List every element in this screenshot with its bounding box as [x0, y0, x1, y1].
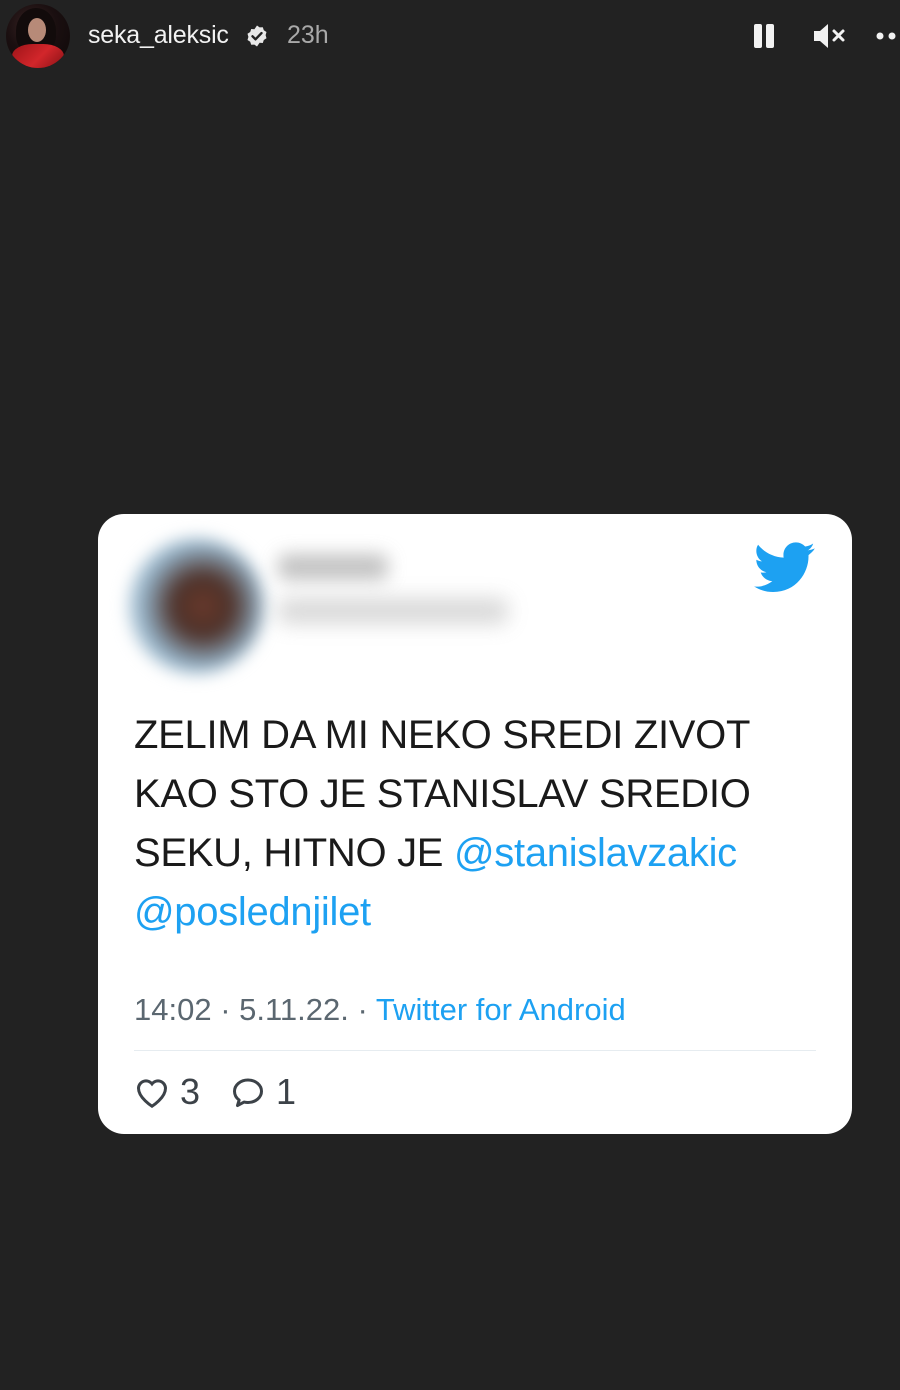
- reply-button[interactable]: 1: [230, 1071, 296, 1113]
- tweet-card: ZELIM DA MI NEKO SREDI ZIVOT KAO STO JE …: [98, 514, 852, 1134]
- tweet-actions: 3 1: [134, 1070, 326, 1114]
- mention-link[interactable]: @stanislavzakic: [454, 831, 737, 875]
- pause-button[interactable]: [748, 18, 780, 54]
- avatar[interactable]: [6, 4, 70, 68]
- tweet-meta: 14:02 · 5.11.22. · Twitter for Android: [134, 992, 626, 1028]
- tweet-author-handle-blurred: [278, 598, 508, 624]
- verified-icon: [247, 25, 267, 47]
- like-button[interactable]: 3: [134, 1071, 200, 1113]
- more-icon: [876, 32, 896, 40]
- pause-icon: [754, 24, 762, 48]
- heart-icon: [136, 1079, 168, 1109]
- story-header: seka_aleksic 23h: [0, 0, 900, 74]
- tweet-text-line: KAO STO JE STANISLAV SREDIO: [134, 772, 751, 816]
- tweet-text-segment: SEKU, HITNO JE: [134, 831, 454, 875]
- mute-icon: [814, 24, 845, 48]
- username[interactable]: seka_aleksic: [88, 21, 229, 50]
- more-options-button[interactable]: [874, 18, 900, 54]
- mute-button[interactable]: [808, 18, 852, 54]
- pause-icon-bar: [766, 24, 774, 48]
- story-viewer: seka_aleksic 23h ZELIM DA MI NEKO SREDI …: [0, 0, 900, 1390]
- post-time: 23h: [287, 21, 329, 49]
- tweet-author-avatar-blurred: [128, 538, 264, 674]
- tweet-text-line: ZELIM DA MI NEKO SREDI ZIVOT: [134, 713, 751, 757]
- twitter-bird-icon: [754, 542, 815, 593]
- like-count: 3: [180, 1071, 201, 1112]
- tweet-text: ZELIM DA MI NEKO SREDI ZIVOT KAO STO JE …: [134, 706, 834, 942]
- reply-icon: [233, 1078, 264, 1107]
- tweet-source-link[interactable]: Twitter for Android: [376, 992, 626, 1027]
- tweet-text-line: SEKU, HITNO JE @stanislavzakic: [134, 824, 834, 883]
- divider: [134, 1050, 816, 1051]
- tweet-timestamp: 14:02 · 5.11.22. ·: [134, 992, 376, 1027]
- tweet-text-line: @poslednjilet: [134, 883, 834, 942]
- reply-count: 1: [276, 1071, 297, 1112]
- tweet-author-name-blurred: [278, 554, 388, 580]
- mention-link[interactable]: @poslednjilet: [134, 890, 371, 934]
